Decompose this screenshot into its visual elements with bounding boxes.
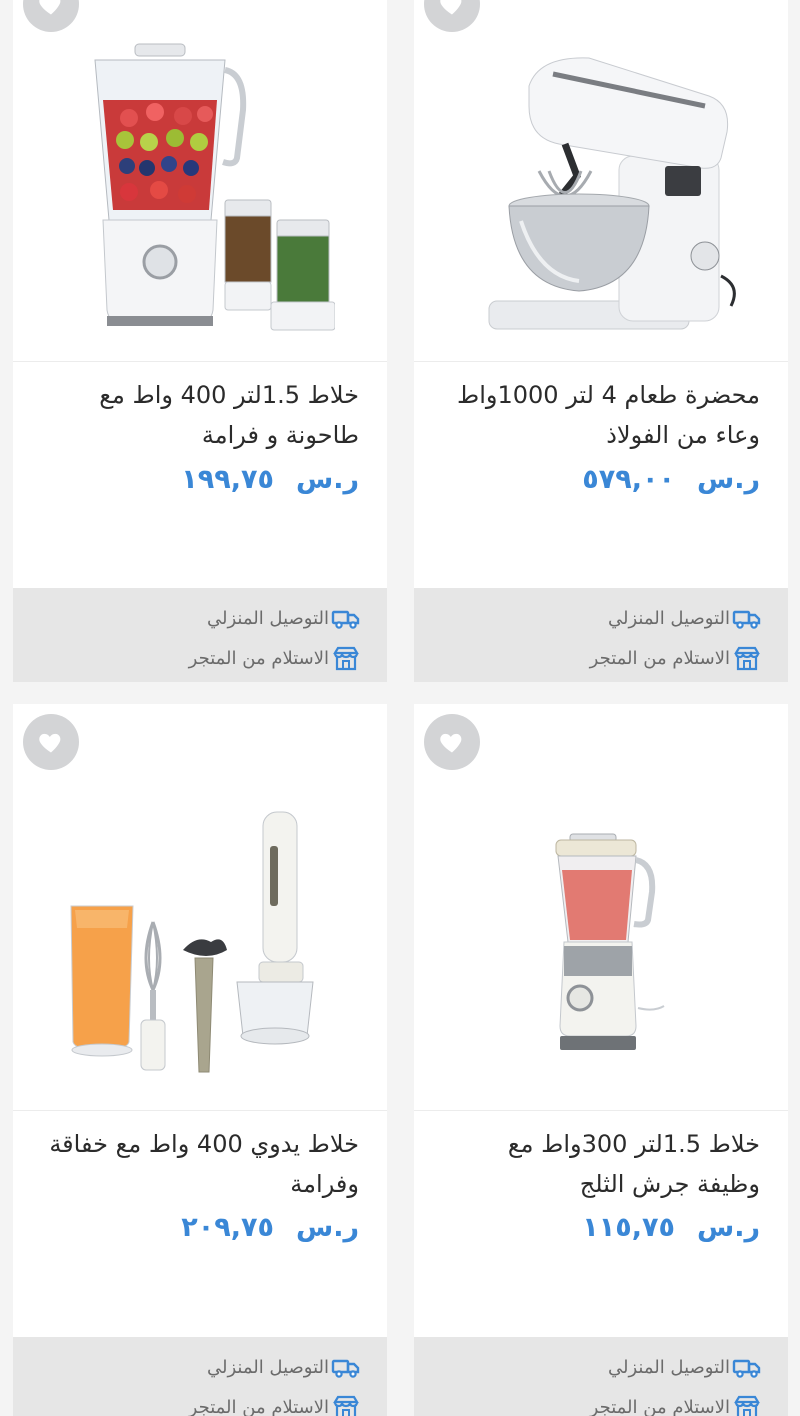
stand-mixer-icon [488, 57, 736, 330]
store-icon [333, 1395, 359, 1416]
delivery-label: التوصيل المنزلي [607, 607, 730, 629]
product-price: ر.س ٢٠٩,٧٥ [181, 1212, 359, 1243]
delivery-label: التوصيل المنزلي [607, 1356, 730, 1378]
price-value: ١١٥,٧٥ [582, 1212, 675, 1243]
divider [414, 361, 788, 362]
product-card[interactable]: خلاط يدوي 400 واط مع خفاقة وفرامة ر.س ٢٠٩… [13, 704, 387, 1416]
truck-icon [732, 1359, 761, 1378]
heart-icon [440, 733, 462, 753]
truck-icon [331, 610, 360, 629]
blender-icon [94, 43, 335, 331]
fulfillment-options: التوصيل المنزلي الاستلام من المتجر [13, 1337, 387, 1416]
divider [414, 1110, 788, 1111]
product-title[interactable]: خلاط يدوي 400 واط مع خفاقة وفرامة [39, 1124, 359, 1204]
product-title[interactable]: خلاط 1.5لتر 400 واط مع طاحونة و فرامة [39, 375, 359, 455]
favorite-button[interactable] [424, 0, 480, 32]
pickup-option: الاستلام من المتجر [189, 645, 361, 671]
pickup-option: الاستلام من المتجر [189, 1394, 361, 1416]
product-image[interactable] [13, 0, 387, 362]
fulfillment-options: التوصيل المنزلي الاستلام من المتجر [414, 1337, 788, 1416]
store-icon [734, 1395, 760, 1416]
product-card[interactable]: خلاط 1.5لتر 300واط مع وظيفة جرش الثلج ر.… [414, 704, 788, 1416]
currency-label: ر.س [295, 464, 359, 495]
product-title[interactable]: محضرة طعام 4 لتر 1000واط وعاء من الفولاذ [440, 375, 760, 455]
delivery-option: التوصيل المنزلي [608, 605, 762, 631]
divider [13, 361, 387, 362]
currency-label: ر.س [696, 1212, 760, 1243]
product-card[interactable]: محضرة طعام 4 لتر 1000واط وعاء من الفولاذ… [414, 0, 788, 682]
product-image[interactable] [13, 704, 387, 1110]
product-price: ر.س ١١٥,٧٥ [582, 1212, 760, 1243]
fulfillment-options: التوصيل المنزلي الاستلام من المتجر [13, 588, 387, 682]
product-title[interactable]: خلاط 1.5لتر 300واط مع وظيفة جرش الثلج [440, 1124, 760, 1204]
hand-blender-set-icon [70, 811, 314, 1073]
product-image[interactable] [414, 704, 788, 1110]
delivery-option: التوصيل المنزلي [608, 1354, 762, 1380]
delivery-label: التوصيل المنزلي [206, 607, 329, 629]
favorite-button[interactable] [23, 0, 79, 32]
heart-icon [39, 733, 61, 753]
product-image[interactable] [414, 0, 788, 362]
delivery-option: التوصيل المنزلي [207, 1354, 361, 1380]
favorite-button[interactable] [424, 714, 480, 770]
store-icon [734, 646, 760, 671]
currency-label: ر.س [696, 464, 760, 495]
heart-icon [39, 0, 61, 15]
product-grid: محضرة طعام 4 لتر 1000واط وعاء من الفولاذ… [0, 0, 800, 1416]
price-value: ١٩٩,٧٥ [181, 464, 274, 495]
delivery-option: التوصيل المنزلي [207, 605, 361, 631]
blender-icon [555, 833, 665, 1050]
pickup-label: الاستلام من المتجر [188, 647, 329, 669]
fulfillment-options: التوصيل المنزلي الاستلام من المتجر [414, 588, 788, 682]
product-card[interactable]: خلاط 1.5لتر 400 واط مع طاحونة و فرامة ر.… [13, 0, 387, 682]
divider [13, 1110, 387, 1111]
price-value: ٥٧٩,٠٠ [582, 464, 675, 495]
product-price: ر.س ٥٧٩,٠٠ [582, 464, 760, 495]
price-value: ٢٠٩,٧٥ [181, 1212, 274, 1243]
favorite-button[interactable] [23, 714, 79, 770]
store-icon [333, 646, 359, 671]
pickup-label: الاستلام من المتجر [188, 1396, 329, 1416]
delivery-label: التوصيل المنزلي [206, 1356, 329, 1378]
pickup-option: الاستلام من المتجر [590, 1394, 762, 1416]
truck-icon [732, 610, 761, 629]
product-price: ر.س ١٩٩,٧٥ [181, 464, 359, 495]
pickup-option: الاستلام من المتجر [590, 645, 762, 671]
truck-icon [331, 1359, 360, 1378]
pickup-label: الاستلام من المتجر [589, 647, 730, 669]
pickup-label: الاستلام من المتجر [589, 1396, 730, 1416]
currency-label: ر.س [295, 1212, 359, 1243]
heart-icon [440, 0, 462, 15]
